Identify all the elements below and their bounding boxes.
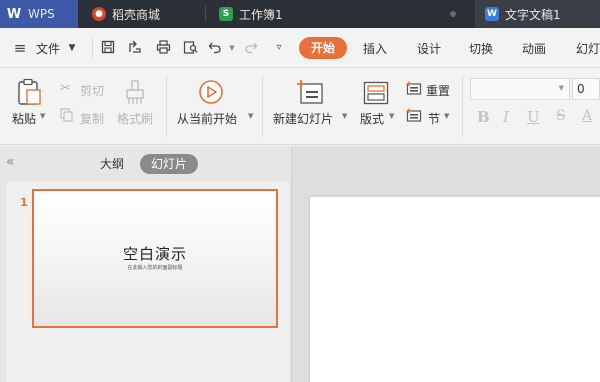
font-color-icon[interactable]: A: [582, 108, 592, 124]
chevron-down-icon[interactable]: ▼: [389, 112, 394, 120]
divider: [166, 75, 167, 137]
slide-thumbnail[interactable]: 空白演示 在此输入您的封面副标题: [32, 189, 278, 328]
section-button[interactable]: 节: [428, 110, 440, 127]
slide-number: 1: [20, 196, 28, 209]
tab-transition[interactable]: 切换: [469, 40, 493, 57]
share-icon[interactable]: [127, 40, 143, 56]
thumbnail-subtitle: 在此输入您的封面副标题: [127, 265, 183, 271]
format-painter-icon: [123, 79, 147, 105]
font-name-select[interactable]: ▼: [470, 78, 570, 100]
format-painter-button[interactable]: 格式刷: [117, 110, 153, 127]
chevron-down-icon[interactable]: ▼: [342, 112, 347, 120]
layout-button[interactable]: 版式: [360, 110, 384, 127]
paste-icon[interactable]: [14, 78, 44, 106]
divider: [262, 75, 263, 137]
scissors-icon: ✂: [60, 81, 71, 96]
title-tab-bar: W WPS ● 稻壳商城 S 工作簿1 W 文字文稿1: [0, 0, 600, 28]
customize-toolbar-icon[interactable]: ▿: [271, 40, 287, 56]
chevron-down-icon[interactable]: ▼: [559, 84, 564, 92]
paste-dropdown-icon[interactable]: ▼: [40, 112, 45, 120]
slide-canvas[interactable]: [310, 197, 600, 382]
tab-label: 工作簿1: [239, 7, 283, 22]
font-size-select[interactable]: 0: [572, 78, 600, 100]
tab-slideshow[interactable]: 幻灯: [576, 40, 600, 57]
paste-button[interactable]: 粘贴: [12, 110, 36, 127]
undo-dropdown-icon[interactable]: ▼: [224, 40, 240, 56]
tab-slides[interactable]: 幻灯片: [140, 154, 198, 174]
docer-icon: ●: [92, 7, 106, 21]
section-icon: [406, 108, 422, 123]
play-from-current-icon: [198, 79, 224, 105]
writer-icon: W: [485, 7, 499, 21]
tab-docer-store[interactable]: ● 稻壳商城: [80, 0, 205, 28]
reset-icon: [406, 81, 422, 96]
hamburger-menu-icon[interactable]: ≡: [12, 40, 28, 56]
cut-button[interactable]: 剪切: [80, 82, 104, 99]
redo-icon[interactable]: [243, 40, 259, 56]
tab-wps-label: WPS: [28, 7, 55, 21]
tab-document[interactable]: W 文字文稿1: [475, 0, 600, 28]
menu-bar: ≡ 文件 ▼ ▼ ▿ 开始 插入 设计 切换 动画 幻灯: [0, 28, 600, 68]
from-current-button[interactable]: 从当前开始: [177, 110, 237, 127]
print-icon[interactable]: [155, 40, 171, 56]
new-slide-button[interactable]: 新建幻灯片: [273, 110, 333, 127]
bold-icon[interactable]: B: [477, 108, 490, 126]
spreadsheet-icon: S: [219, 7, 233, 21]
tab-start[interactable]: 开始: [299, 37, 347, 59]
collapse-panel-icon[interactable]: «: [6, 154, 15, 170]
underline-icon[interactable]: U: [527, 108, 540, 126]
tab-wps-home[interactable]: W WPS: [0, 0, 78, 28]
save-icon[interactable]: [100, 40, 116, 56]
strikethrough-icon[interactable]: S: [556, 108, 566, 124]
reset-button[interactable]: 重置: [426, 82, 450, 99]
file-menu[interactable]: 文件: [36, 40, 60, 57]
divider: [462, 75, 463, 137]
tab-divider: [205, 6, 206, 22]
unsaved-dot-icon: [450, 11, 456, 17]
tab-insert[interactable]: 插入: [363, 40, 387, 57]
copy-icon: [60, 108, 73, 122]
new-slide-icon: [296, 79, 324, 105]
tab-label: 文字文稿1: [505, 7, 561, 22]
copy-button[interactable]: 复制: [80, 110, 104, 127]
wps-logo-icon: W: [6, 6, 22, 22]
chevron-down-icon[interactable]: ▼: [64, 40, 80, 56]
tab-workbook[interactable]: S 工作簿1: [207, 0, 467, 28]
thumbnail-title: 空白演示: [122, 245, 187, 263]
italic-icon[interactable]: I: [503, 108, 509, 126]
tab-label: 稻壳商城: [112, 7, 161, 22]
chevron-down-icon[interactable]: ▼: [444, 112, 449, 120]
undo-icon[interactable]: [207, 40, 223, 56]
tab-animation[interactable]: 动画: [522, 40, 546, 57]
divider: [92, 38, 93, 58]
tab-design[interactable]: 设计: [417, 40, 441, 57]
tab-outline[interactable]: 大纲: [100, 155, 124, 172]
layout-icon: [363, 81, 389, 105]
chevron-down-icon[interactable]: ▼: [248, 112, 253, 120]
print-preview-icon[interactable]: [182, 40, 198, 56]
